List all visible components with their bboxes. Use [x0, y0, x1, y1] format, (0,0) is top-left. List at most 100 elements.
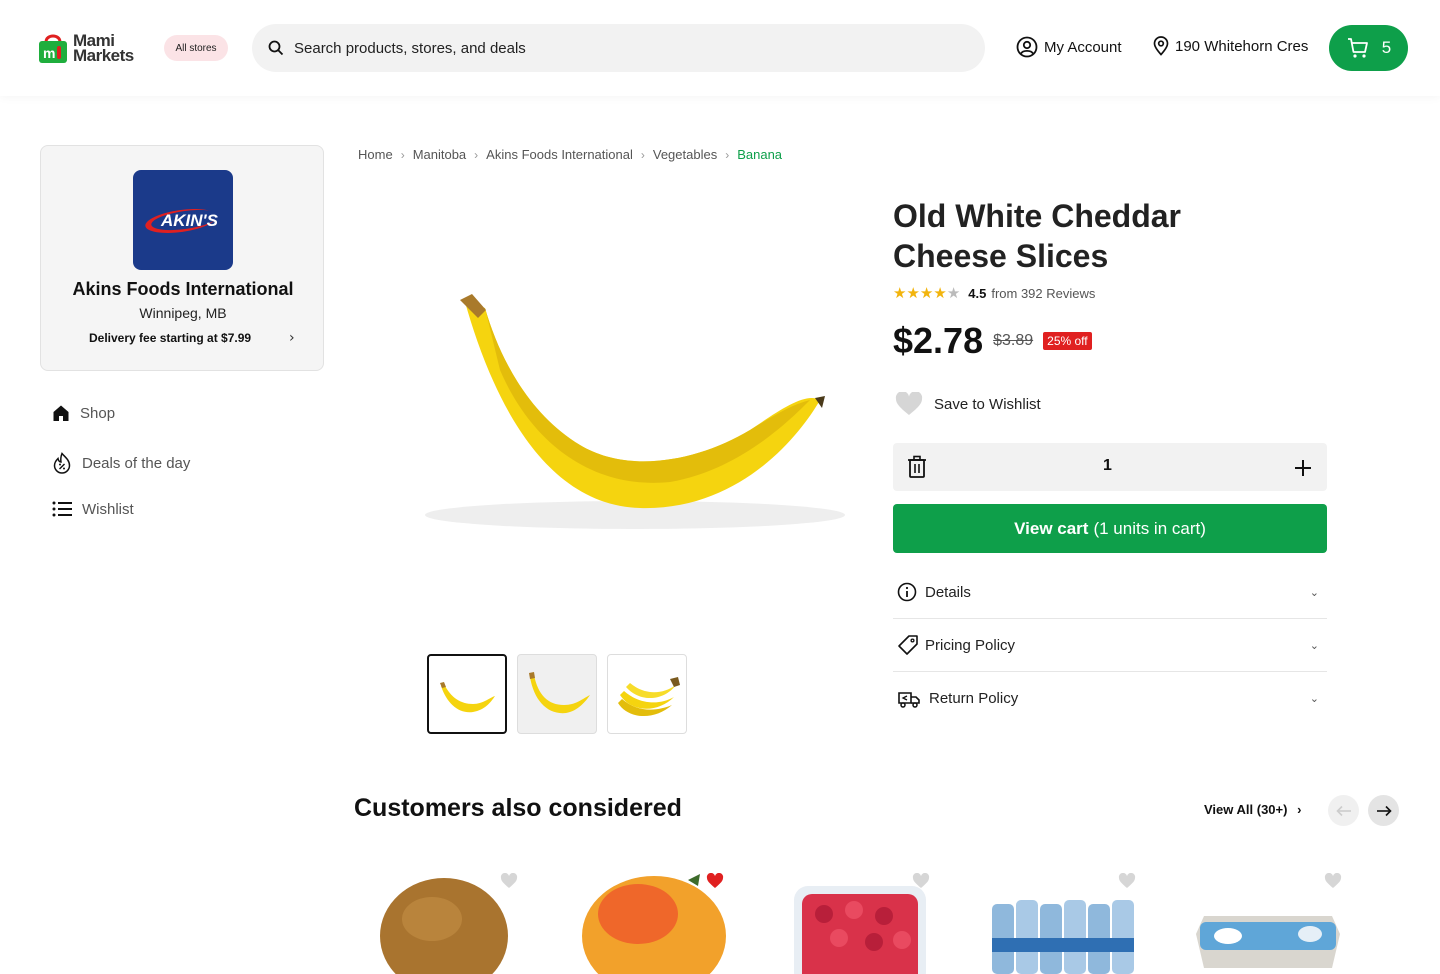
product-card-water[interactable] — [988, 864, 1138, 974]
pricing-policy-accordion[interactable]: Pricing Policy ⌄ — [893, 619, 1327, 672]
cart-count: 5 — [1381, 38, 1392, 57]
location-pin-icon — [1153, 36, 1169, 56]
mami-markets-logo[interactable]: m Mami Markets — [38, 32, 134, 64]
star-rating-icon: ★★★★★ — [893, 285, 961, 302]
egg-carton-image — [1196, 916, 1340, 968]
product-rating[interactable]: ★★★★★ 4.5 from 392 Reviews — [893, 284, 1095, 302]
return-policy-label: Return Policy — [929, 690, 1019, 707]
save-wishlist-label: Save to Wishlist — [934, 395, 1041, 413]
thumbnail-3[interactable] — [607, 654, 687, 734]
store-card[interactable]: AKIN'S Akins Foods International Winnipe… — [40, 145, 324, 371]
save-to-wishlist-button[interactable]: Save to Wishlist — [895, 392, 1041, 416]
search-bar[interactable] — [252, 24, 985, 72]
home-icon — [53, 405, 69, 421]
heart-icon[interactable] — [912, 873, 930, 889]
cart-units-label: (1 units in cart) — [1093, 518, 1206, 538]
arrow-left-icon — [1335, 805, 1351, 816]
delivery-truck-return-icon — [898, 691, 920, 708]
sidebar-item-shop[interactable]: Shop — [52, 404, 115, 422]
rating-value: 4.5 — [968, 285, 987, 301]
product-main-image[interactable] — [420, 270, 870, 570]
details-label: Details — [925, 583, 971, 601]
chevron-right-icon: › — [1297, 802, 1302, 817]
cart-icon — [1347, 38, 1368, 58]
carousel-next-button[interactable] — [1368, 795, 1399, 826]
breadcrumb-category[interactable]: Vegetables — [653, 147, 717, 162]
chevron-right-icon: › — [725, 147, 730, 162]
sidebar-item-label: Shop — [80, 404, 116, 422]
chevron-right-icon: › — [640, 147, 645, 162]
delivery-fee: Delivery fee starting at $7.99 — [89, 331, 252, 345]
current-price: $2.78 — [893, 320, 984, 361]
sidebar-item-wishlist[interactable]: Wishlist — [52, 500, 134, 518]
thumbnail-2[interactable] — [517, 654, 597, 734]
search-icon — [268, 40, 284, 56]
shopping-bag-logo-icon: m — [39, 34, 67, 63]
review-count: from 392 Reviews — [991, 285, 1096, 301]
water-bottles-image — [992, 900, 1134, 974]
akins-logo-text: AKIN'S — [160, 211, 219, 230]
chevron-right-icon: › — [474, 147, 479, 162]
breadcrumb-home[interactable]: Home — [358, 147, 393, 162]
price-tag-icon — [898, 635, 918, 655]
pricing-policy-label: Pricing Policy — [925, 636, 1016, 654]
sidebar-item-deals[interactable]: Deals of the day — [52, 452, 190, 474]
logo-line-2: Markets — [73, 46, 134, 65]
store-name: Akins Foods International — [72, 279, 294, 299]
user-circle-icon — [1016, 36, 1038, 58]
flame-discount-icon — [53, 452, 71, 474]
sidebar-item-label: Wishlist — [82, 500, 134, 518]
carousel-prev-button[interactable] — [1328, 795, 1359, 826]
store-logo: AKIN'S — [133, 170, 233, 270]
thumbnail-1[interactable] — [427, 654, 507, 734]
top-header: m Mami Markets All stores My Account 190… — [0, 0, 1440, 96]
price-block: $2.78 $3.89 25% off — [893, 320, 1092, 362]
address-label: 190 Whitehorn Cres — [1175, 37, 1309, 55]
heart-icon — [895, 392, 923, 415]
arrow-right-icon — [1376, 805, 1392, 816]
my-account-link[interactable]: My Account — [1016, 36, 1122, 58]
sidebar-item-label: Deals of the day — [82, 454, 191, 472]
chevron-down-icon: ⌄ — [1309, 693, 1319, 705]
breadcrumb: Home › Manitoba › Akins Foods Internatio… — [358, 147, 782, 162]
svg-text:m: m — [43, 45, 55, 61]
section-title: Customers also considered — [354, 794, 682, 822]
chevron-down-icon: ⌄ — [1309, 639, 1319, 652]
plus-icon[interactable] — [1294, 459, 1312, 477]
heart-icon[interactable] — [500, 873, 518, 889]
heart-icon[interactable] — [1324, 873, 1342, 889]
store-location: Winnipeg, MB — [139, 305, 227, 321]
cart-button[interactable]: 5 — [1329, 25, 1408, 71]
view-all-label: View All (30+) — [1204, 802, 1288, 817]
return-policy-accordion[interactable]: Return Policy ⌄ — [893, 672, 1327, 725]
akins-logo-icon: AKIN'S — [145, 209, 219, 233]
list-icon — [52, 501, 72, 517]
chevron-down-icon: ⌄ — [1309, 586, 1319, 599]
chevron-right-icon[interactable]: › — [289, 330, 295, 346]
breadcrumb-store[interactable]: Akins Foods International — [486, 147, 633, 162]
banana-bunch-thumbnail-image — [618, 677, 680, 717]
quantity-stepper: 1 — [893, 443, 1327, 491]
original-price: $3.89 — [993, 332, 1034, 349]
product-title: Old White Cheddar Cheese Slices — [893, 198, 1181, 274]
logo-text: Mami Markets — [73, 32, 134, 65]
product-card-eggs[interactable] — [1192, 864, 1342, 974]
search-input[interactable] — [294, 39, 894, 57]
details-accordion[interactable]: Details ⌄ — [893, 566, 1327, 619]
view-all-link[interactable]: View All (30+) › — [1204, 802, 1301, 817]
delivery-address-link[interactable]: 190 Whitehorn Cres — [1152, 36, 1308, 56]
breadcrumb-current: Banana — [737, 147, 783, 162]
view-cart-label: View cart — [1014, 518, 1089, 538]
my-account-label: My Account — [1044, 38, 1122, 56]
banana-thumbnail-image — [529, 672, 590, 714]
heart-icon[interactable] — [1118, 873, 1136, 889]
all-stores-button[interactable]: All stores — [164, 35, 228, 61]
view-cart-button[interactable]: View cart (1 units in cart) — [893, 504, 1327, 553]
banana-thumbnail-image — [440, 682, 495, 713]
trash-icon[interactable] — [907, 455, 927, 479]
info-icon — [897, 582, 917, 602]
breadcrumb-province[interactable]: Manitoba — [413, 147, 466, 162]
quantity-value[interactable]: 1 — [1103, 457, 1112, 475]
chevron-right-icon: › — [400, 147, 405, 162]
heart-filled-icon[interactable] — [706, 873, 724, 889]
